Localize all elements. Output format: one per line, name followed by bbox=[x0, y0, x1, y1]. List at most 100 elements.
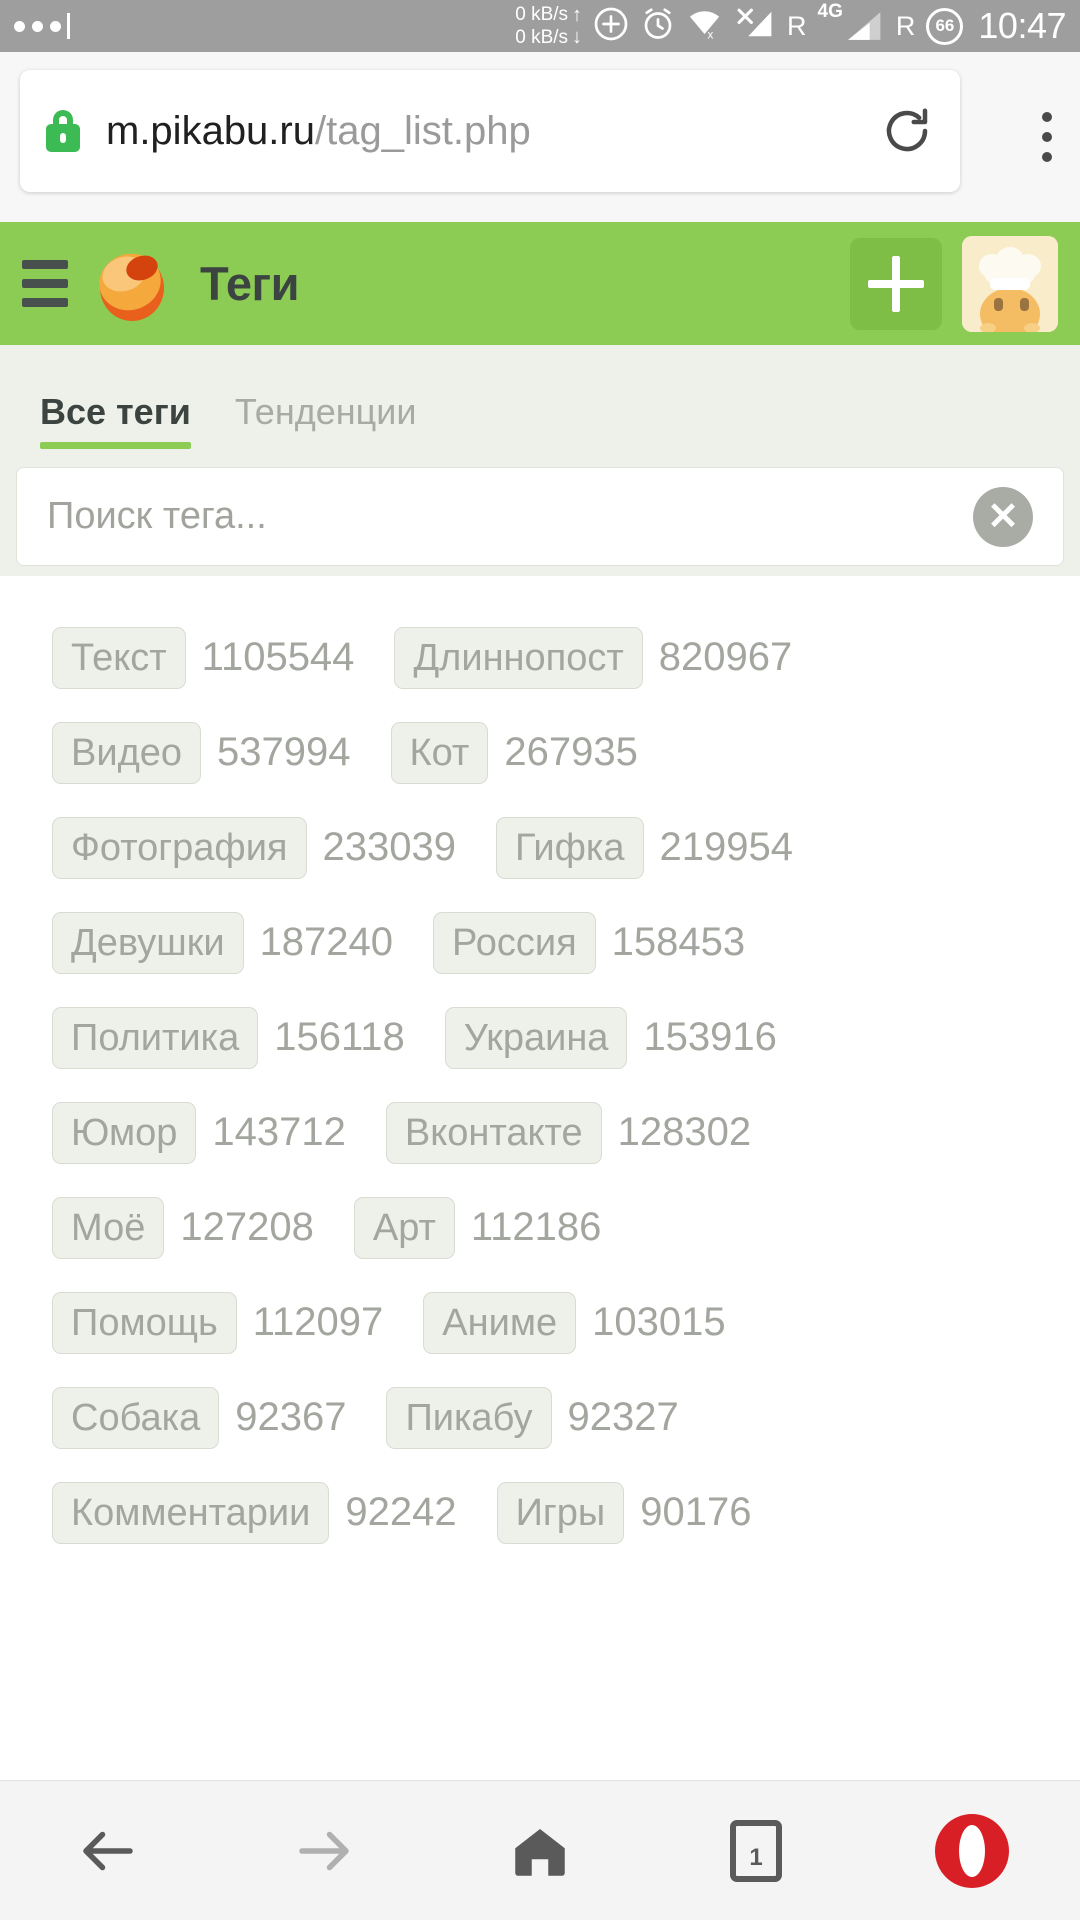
tag-pill[interactable]: Девушки bbox=[52, 911, 244, 974]
tag-pill[interactable]: Моё bbox=[52, 1196, 165, 1259]
battery-indicator: 66 bbox=[926, 7, 964, 45]
tag-pill[interactable]: Помощь bbox=[52, 1291, 237, 1354]
tab-count-label: 1 bbox=[749, 1843, 763, 1871]
alarm-clock-icon bbox=[640, 6, 676, 47]
tab-bar: Все теги Тенденции bbox=[0, 345, 1080, 457]
tag-item: Россия 158453 bbox=[433, 911, 746, 974]
tag-item: Гифка 219954 bbox=[495, 816, 793, 879]
signal-4g-icon: 4G bbox=[818, 1, 885, 43]
tag-list[interactable]: Текст 1105544 Длиннопост 820967 Видео 537994 К… bbox=[0, 576, 1080, 1780]
tag-item: Игры 90176 bbox=[496, 1481, 751, 1544]
tab-all-tags[interactable]: Все теги bbox=[40, 391, 191, 457]
tag-count: 128302 bbox=[617, 1110, 752, 1154]
network-speed-indicator: 0 kB/s 0 kB/s ↑ ↓ bbox=[515, 3, 582, 49]
tag-count: 92242 bbox=[345, 1490, 457, 1534]
secure-lock-icon bbox=[46, 110, 80, 152]
back-arrow-icon[interactable] bbox=[53, 1796, 163, 1906]
tag-row: Видео 537994 Кот 267935 bbox=[0, 705, 1080, 800]
tag-pill[interactable]: Украина bbox=[444, 1006, 628, 1069]
opera-logo-icon[interactable] bbox=[917, 1796, 1027, 1906]
tag-pill[interactable]: Вконтакте bbox=[385, 1101, 602, 1164]
tag-pill[interactable]: Длиннопост bbox=[394, 626, 643, 689]
status-caret bbox=[67, 13, 70, 39]
tag-count: 187240 bbox=[259, 920, 394, 964]
tag-item: Девушки 187240 bbox=[52, 911, 394, 974]
tag-count: 233039 bbox=[322, 825, 456, 869]
tag-item: Комментарии 92242 bbox=[52, 1481, 457, 1544]
hamburger-menu-icon[interactable] bbox=[22, 260, 68, 307]
tag-count: 127208 bbox=[180, 1205, 314, 1249]
tag-pill[interactable]: Арт bbox=[353, 1196, 455, 1259]
tag-pill[interactable]: Гифка bbox=[495, 816, 644, 879]
tag-pill[interactable]: Пикабу bbox=[386, 1386, 552, 1449]
add-post-button[interactable] bbox=[850, 237, 942, 330]
roaming-indicator-1: R bbox=[787, 10, 807, 41]
reload-icon[interactable] bbox=[880, 104, 934, 158]
net-speed-down: 0 kB/s bbox=[515, 27, 569, 48]
tag-pill[interactable]: Собака bbox=[52, 1386, 220, 1449]
overflow-menu-icon[interactable] bbox=[1042, 112, 1052, 162]
forward-arrow-icon[interactable] bbox=[269, 1796, 379, 1906]
tag-pill[interactable]: Текст bbox=[52, 626, 186, 689]
tag-pill[interactable]: Фотография bbox=[52, 816, 307, 879]
search-area: Поиск тега... ✕ bbox=[0, 457, 1080, 576]
tag-count: 1105544 bbox=[201, 635, 355, 679]
tab-count-badge: 1 bbox=[730, 1819, 782, 1882]
tag-item: Арт 112186 bbox=[353, 1196, 601, 1259]
notification-dots-icon bbox=[14, 20, 61, 32]
download-arrow-icon: ↓ bbox=[572, 26, 583, 48]
tag-row: Комментарии 92242 Игры 90176 bbox=[0, 1465, 1080, 1560]
tag-pill[interactable]: Аниме bbox=[423, 1291, 577, 1354]
status-bar-left bbox=[14, 13, 70, 39]
tag-item: Пикабу 92327 bbox=[386, 1386, 679, 1449]
url-host: m.pikabu.ru bbox=[106, 108, 315, 153]
pikabu-logo-icon[interactable] bbox=[90, 242, 174, 326]
status-bar-right: 0 kB/s 0 kB/s ↑ ↓ x R 4G R 66 10:47 bbox=[515, 1, 1066, 49]
tag-pill[interactable]: Видео bbox=[52, 721, 202, 784]
tag-pill[interactable]: Игры bbox=[496, 1481, 625, 1544]
tag-item: Моё 127208 bbox=[52, 1196, 314, 1259]
tag-item: Фотография 233039 bbox=[52, 816, 456, 879]
tag-pill[interactable]: Юмор bbox=[52, 1101, 197, 1164]
tag-row: Девушки 187240 Россия 158453 bbox=[0, 895, 1080, 990]
battery-percent-label: 66 bbox=[935, 16, 955, 35]
home-icon[interactable] bbox=[485, 1796, 595, 1906]
network-type-label: 4G bbox=[817, 1, 843, 22]
tag-count: 153916 bbox=[643, 1015, 777, 1059]
avatar[interactable] bbox=[962, 235, 1058, 332]
tag-pill[interactable]: Комментарии bbox=[52, 1481, 330, 1544]
tag-item: Текст 1105544 bbox=[52, 626, 355, 689]
tag-item: Видео 537994 bbox=[52, 721, 351, 784]
tag-pill[interactable]: Россия bbox=[433, 911, 596, 974]
signal-no-service-icon bbox=[736, 7, 776, 46]
clear-circle-icon[interactable]: ✕ bbox=[973, 486, 1033, 547]
tag-item: Украина 153916 bbox=[444, 1006, 777, 1069]
tag-pill[interactable]: Политика bbox=[52, 1006, 259, 1069]
roaming-indicator-2: R bbox=[895, 10, 916, 41]
tag-row: Политика 156118 Украина 153916 bbox=[0, 990, 1080, 1085]
search-input[interactable]: Поиск тега... ✕ bbox=[16, 467, 1064, 566]
tag-count: 537994 bbox=[217, 730, 351, 774]
tag-count: 158453 bbox=[611, 920, 746, 964]
tag-count: 820967 bbox=[658, 635, 793, 679]
tag-pill[interactable]: Кот bbox=[390, 721, 489, 784]
tag-count: 92367 bbox=[235, 1395, 347, 1439]
tag-row: Юмор 143712 Вконтакте 128302 bbox=[0, 1085, 1080, 1180]
tag-item: Юмор 143712 bbox=[52, 1101, 346, 1164]
tag-item: Длиннопост 820967 bbox=[394, 626, 793, 689]
tag-row: Моё 127208 Арт 112186 bbox=[0, 1180, 1080, 1275]
tag-count: 103015 bbox=[592, 1300, 726, 1344]
tag-item: Кот 267935 bbox=[390, 721, 638, 784]
tag-count: 92327 bbox=[567, 1395, 679, 1439]
tab-trends[interactable]: Тенденции bbox=[235, 391, 417, 457]
upload-arrow-icon: ↑ bbox=[572, 4, 583, 26]
tab-switcher-icon[interactable]: 1 bbox=[701, 1796, 811, 1906]
tag-row: Фотография 233039 Гифка 219954 bbox=[0, 800, 1080, 895]
address-bar[interactable]: m.pikabu.ru/tag_list.php bbox=[20, 70, 960, 192]
accessibility-icon bbox=[593, 6, 629, 47]
tag-count: 219954 bbox=[659, 825, 793, 869]
wifi-off-icon: x bbox=[687, 8, 725, 45]
url-text[interactable]: m.pikabu.ru/tag_list.php bbox=[106, 109, 531, 154]
page-title: Теги bbox=[200, 257, 299, 310]
clock-label: 10:47 bbox=[978, 5, 1066, 46]
